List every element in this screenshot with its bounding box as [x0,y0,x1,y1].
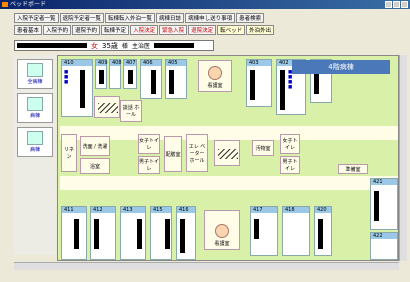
room-406[interactable]: 406 [140,59,162,99]
stairs-icon [98,103,118,113]
kitchen: 配膳室 [164,136,182,172]
bed-icon [27,131,43,145]
wash-area: 洗面 / 洗濯 [80,136,110,156]
menu-emergency-admission[interactable]: 緊急入院 [159,25,188,35]
doctor-name-redacted [153,43,194,48]
menu-transfer-plan[interactable]: 転棟予定 [101,25,130,35]
stairs-upper [94,96,120,118]
patient-age: 35歳 [102,41,118,50]
room-421[interactable]: 421 [370,178,398,230]
nav-label: 全病棟 [27,79,43,85]
patient-info-bar: 女 35歳 様 主治医 [14,40,214,51]
patient-honorific: 様 [121,43,128,50]
horizontal-scrollbar[interactable] [14,262,399,270]
close-button[interactable] [401,1,408,8]
men-toilet: 男子トイレ [138,156,160,174]
menu-discharge-schedule[interactable]: 退院予定者一覧 [59,13,105,23]
nav-ward-button-1[interactable]: 病棟 [17,93,53,123]
nurse-icon [215,224,229,238]
vertical-scrollbar[interactable] [399,55,407,261]
men-toilet-2: 男子トイレ [280,156,300,174]
room-422[interactable]: 422 [370,232,398,260]
room-411[interactable]: 411 [61,206,87,260]
corridor-lower [60,176,398,190]
room-420[interactable]: 420 [314,206,332,256]
menu-bar-top: 入院予定者一覧 退院予定者一覧 転棟転入外泊一覧 病棟日誌 病棟申し送り事項 患… [14,13,265,23]
room-409[interactable]: 409 [95,59,108,89]
menu-patient-basic[interactable]: 患者基本 [14,25,43,35]
ward-nav-panel: 全病棟 病棟 病棟 [14,55,56,255]
floor-map: 410 ■ ■ ■ 409 408 407 406 405 看護室 403 402 … [57,55,399,261]
doctor-label: 主治医 [131,43,150,50]
menu-discharge-confirm[interactable]: 退院決定 [188,25,217,35]
room-403[interactable]: 403 [246,59,272,107]
room-415[interactable]: 415 [150,206,172,260]
minimize-button[interactable] [385,1,392,8]
room-405[interactable]: 405 [165,59,187,99]
nav-ward-button-2[interactable]: 病棟 [17,127,53,157]
room-418[interactable]: 418 [282,206,310,256]
menu-admission-schedule[interactable]: 入院予定者一覧 [14,13,59,23]
menu-admission-confirm[interactable]: 入院決定 [130,25,159,35]
stairs-icon [218,149,238,159]
corridor-upper [60,126,398,140]
lounge: 談話 ホール [120,100,142,122]
patient-sex: 女 [91,41,98,50]
menu-bar-actions: 患者基本 入院予約 退院予約 転棟予定 入院決定 緊急入院 退院決定 転ベッド … [14,25,275,35]
room-412[interactable]: 412 [90,206,116,260]
nurse-station[interactable]: 看護室 [198,60,232,92]
window-titlebar: ベッドボード [0,0,410,9]
women-toilet: 女子トイレ [138,134,160,154]
bath-room: 浴室 [80,158,110,174]
nurse-station-2[interactable]: 看護室 [204,210,240,250]
utility-room: 汚物室 [252,140,274,156]
maximize-button[interactable] [393,1,400,8]
menu-admission-reserve[interactable]: 入院予約 [43,25,72,35]
room-413[interactable]: 413 [120,206,146,260]
stairs-lower [214,140,240,166]
nav-label: 病棟 [29,147,40,153]
wash-room: リネン [61,134,77,172]
menu-ward-diary[interactable]: 病棟日誌 [156,13,185,23]
nav-all-wards-button[interactable]: 全病棟 [17,59,53,89]
room-416[interactable]: 416 [176,206,196,260]
menu-outing[interactable]: 外泊外出 [246,25,275,35]
menu-bed-change[interactable]: 転ベッド [217,25,246,35]
menu-transfer-list[interactable]: 転棟転入外泊一覧 [105,13,156,23]
room-408[interactable]: 408 [109,59,122,89]
staff-room: 準備室 [338,164,368,174]
elevator-hall[interactable]: エレ ベーター ホール [186,134,208,172]
menu-patient-search[interactable]: 患者検索 [236,13,265,23]
room-417[interactable]: 417 [250,206,278,256]
app-icon [2,2,8,7]
nav-label: 病棟 [29,113,40,119]
patient-name-redacted [17,43,87,48]
window-title: ベッドボード [10,1,47,8]
ward-title: 4階病棟 [292,60,390,74]
building-icon [27,63,43,77]
women-toilet-2: 女子トイレ [280,134,300,154]
nurse-icon [208,66,222,80]
menu-handover[interactable]: 病棟申し送り事項 [185,13,236,23]
room-407[interactable]: 407 [123,59,137,89]
menu-discharge-reserve[interactable]: 退院予約 [72,25,101,35]
bed-icon [27,97,43,111]
room-410[interactable]: 410 ■ ■ ■ [61,59,93,117]
